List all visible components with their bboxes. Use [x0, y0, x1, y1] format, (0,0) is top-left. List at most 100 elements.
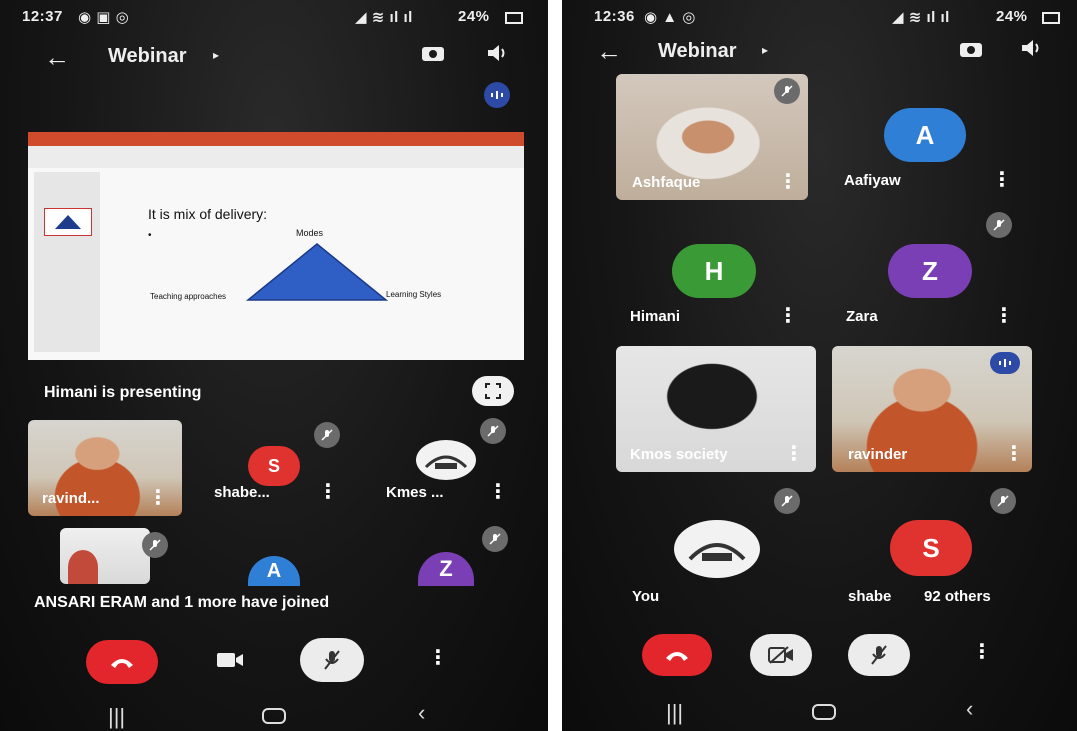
camera-icon	[217, 653, 243, 667]
participant-menu-icon[interactable]: ⋮	[778, 306, 798, 326]
ppt-ribbon	[28, 146, 524, 168]
status-time: 12:36	[594, 8, 635, 25]
notification-icons: ◉ ▣ ◎	[78, 9, 130, 26]
participant-name: Aafiyaw	[844, 172, 901, 189]
participant-avatar-shabe: S	[248, 446, 300, 486]
participant-name: shabe	[848, 588, 892, 605]
signal-icons: ◢ ≋ ıl ıl	[892, 9, 950, 26]
slide-label-top: Modes	[296, 228, 324, 238]
muted-mic-icon	[314, 422, 340, 448]
participant-name: Kmes ...	[386, 484, 444, 501]
participant-tile-ravinder[interactable]: ravinder ⋮	[832, 346, 1032, 472]
kmes-logo-icon	[416, 440, 476, 480]
muted-mic-icon	[774, 78, 800, 104]
camera-off-icon	[768, 646, 793, 664]
home-icon[interactable]	[262, 708, 286, 724]
participant-avatar-z: Z	[418, 552, 474, 586]
notification-icons: ◉ ▲ ◎	[644, 9, 696, 26]
muted-mic-icon	[482, 526, 508, 552]
ppt-title-bar	[28, 132, 524, 146]
back-nav-icon[interactable]: ‹	[418, 700, 425, 726]
status-time: 12:37	[22, 8, 63, 25]
recent-apps-icon[interactable]: |||	[108, 704, 125, 730]
participant-menu-icon[interactable]: ⋮	[778, 172, 798, 192]
participant-tile-ravinder[interactable]: ravind... ⋮	[28, 420, 182, 516]
title-chevron-icon[interactable]: ▸	[213, 48, 219, 62]
presenting-label: Himani is presenting	[44, 384, 202, 401]
participant-tile-video[interactable]	[60, 528, 150, 584]
camera-toggle-button[interactable]	[750, 634, 812, 676]
recent-apps-icon[interactable]: |||	[666, 700, 683, 726]
participant-name: Zara	[846, 308, 878, 325]
fullscreen-icon	[485, 383, 501, 399]
participant-menu-icon[interactable]: ⋮	[1004, 444, 1024, 464]
battery-icon	[1042, 12, 1060, 24]
join-toast: ANSARI ERAM and 1 more have joined	[34, 594, 330, 611]
speaker-icon[interactable]	[1020, 38, 1044, 63]
left-phone-screen: 12:37 ◉ ▣ ◎ ◢ ≋ ıl ıl 24% ← Webinar ▸ It…	[0, 0, 548, 731]
participant-menu-icon[interactable]: ⋮	[994, 306, 1014, 326]
participant-menu-icon[interactable]: ⋮	[992, 170, 1012, 190]
more-options-icon[interactable]: ⋮	[428, 648, 448, 668]
phone-hangup-icon	[666, 652, 688, 661]
battery-percent: 24%	[996, 8, 1028, 25]
end-call-button[interactable]	[642, 634, 712, 676]
participant-menu-icon[interactable]: ⋮	[318, 482, 338, 502]
switch-camera-icon[interactable]	[420, 42, 446, 64]
participant-menu-icon[interactable]: ⋮	[488, 482, 508, 502]
ppt-thumbnail-pane	[34, 172, 100, 352]
shared-screen[interactable]: It is mix of delivery: • Modes Teaching …	[28, 132, 524, 360]
back-nav-icon[interactable]: ‹	[966, 696, 973, 722]
more-options-icon[interactable]: ⋮	[972, 642, 992, 662]
others-count[interactable]: 92 others	[924, 588, 991, 605]
speaking-indicator-icon	[990, 352, 1020, 374]
meeting-title[interactable]: Webinar	[658, 40, 737, 63]
participant-name: ravinder	[848, 446, 908, 463]
back-arrow-icon[interactable]: ←	[596, 36, 622, 67]
slide-thumbnail	[44, 208, 92, 236]
phone-hangup-icon	[111, 659, 133, 668]
speaking-indicator-icon	[484, 82, 510, 108]
right-phone-screen: 12:36 ◉ ▲ ◎ ◢ ≋ ıl ıl 24% ← Webinar ▸ As…	[562, 0, 1077, 731]
fullscreen-button[interactable]	[472, 376, 514, 406]
participant-name: ravind...	[42, 490, 100, 507]
signal-icons: ◢ ≋ ıl ıl	[355, 9, 413, 26]
switch-camera-icon[interactable]	[958, 38, 984, 65]
participant-tile-ashfaque[interactable]: Ashfaque ⋮	[616, 74, 808, 200]
participant-menu-icon[interactable]: ⋮	[148, 488, 168, 508]
participant-tile-kmos-society[interactable]: Kmos society ⋮	[616, 346, 816, 472]
title-chevron-icon[interactable]: ▸	[762, 43, 768, 57]
mic-off-icon	[871, 645, 887, 665]
battery-percent: 24%	[458, 8, 490, 25]
participant-avatar-zara: Z	[888, 244, 972, 298]
participant-avatar-himani: H	[672, 244, 756, 298]
mic-toggle-button[interactable]	[300, 638, 364, 682]
kmes-logo-icon	[674, 520, 760, 578]
participant-menu-icon[interactable]: ⋮	[784, 444, 804, 464]
camera-toggle-button[interactable]	[216, 650, 244, 675]
muted-mic-icon	[990, 488, 1016, 514]
participant-name: Ashfaque	[632, 174, 701, 191]
mic-toggle-button[interactable]	[848, 634, 910, 676]
participant-name: You	[632, 588, 660, 605]
participant-avatar-shabe: S	[890, 520, 972, 576]
meeting-title[interactable]: Webinar	[108, 45, 187, 68]
home-icon[interactable]	[812, 704, 836, 720]
participant-name: shabe...	[214, 484, 270, 501]
mic-off-icon	[324, 650, 340, 670]
muted-mic-icon	[774, 488, 800, 514]
muted-mic-icon	[480, 418, 506, 444]
battery-icon	[505, 12, 523, 24]
speaker-icon[interactable]	[486, 43, 510, 68]
participant-avatar-a: A	[248, 556, 300, 586]
slide-label-left: Teaching approaches	[150, 292, 227, 301]
back-arrow-icon[interactable]: ←	[44, 42, 70, 73]
muted-mic-icon	[142, 532, 168, 558]
participant-name: Kmos society	[630, 446, 728, 463]
slide-bullet-icon: •	[148, 230, 152, 241]
participant-avatar-aafiyaw: A	[884, 108, 966, 162]
slide-label-right: Learning Styles	[386, 290, 442, 299]
muted-mic-icon	[986, 212, 1012, 238]
end-call-button[interactable]	[86, 640, 158, 684]
participant-name: Himani	[630, 308, 681, 325]
